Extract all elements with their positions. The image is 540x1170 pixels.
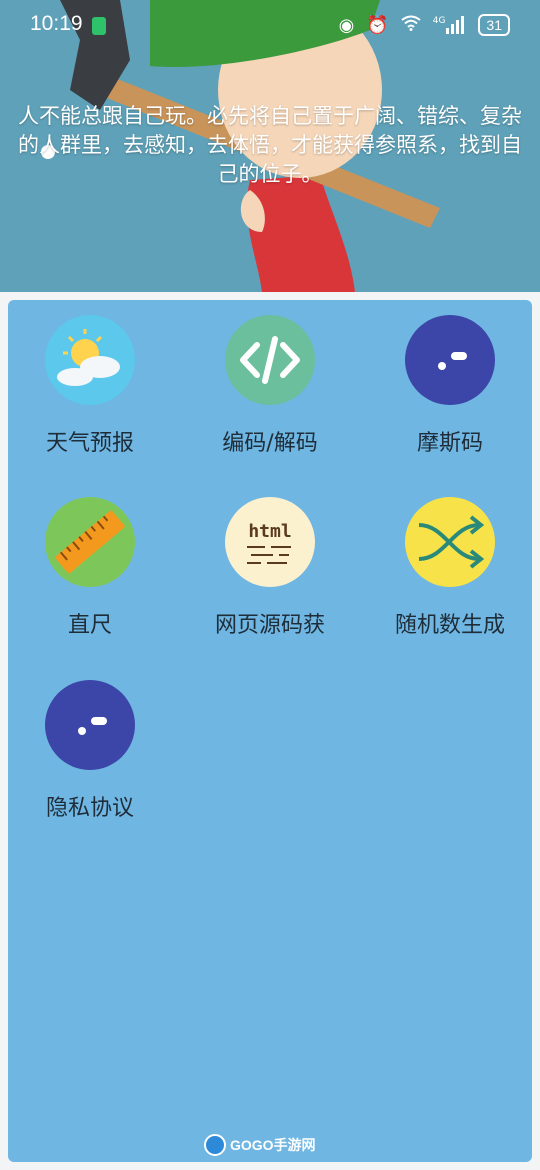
header-banner: 10:19 ◉ ⏰ 4G 31 人不能总跟自己玩。必先将自己置于广阔、错综、复杂… <box>0 0 540 292</box>
weather-icon <box>45 315 135 405</box>
tool-weather[interactable]: 天气预报 <box>0 315 180 457</box>
tool-privacy-policy[interactable]: 隐私协议 <box>0 680 180 822</box>
tool-privacy-policy-label: 隐私协议 <box>45 796 134 821</box>
alarm-icon: ⏰ <box>366 14 389 36</box>
shuffle-icon <box>405 497 495 587</box>
tool-webpage-source-label: 网页源码获 <box>214 613 325 638</box>
svg-text:html: html <box>248 521 291 542</box>
status-time: 10:19 <box>30 12 83 35</box>
illus-shirt <box>247 175 355 292</box>
tool-ruler[interactable]: 直尺 <box>0 497 180 639</box>
tool-weather-label: 天气预报 <box>45 431 134 456</box>
watermark-logo-icon <box>204 1134 226 1156</box>
watermark-text: GOGO手游网 <box>230 1137 316 1153</box>
signal-icon: 4G <box>433 16 467 34</box>
tool-ruler-label: 直尺 <box>67 613 112 638</box>
tool-random-number-label: 随机数生成 <box>394 613 505 638</box>
tool-encode-decode[interactable]: 编码/解码 <box>180 315 360 457</box>
tool-random-number[interactable]: 随机数生成 <box>360 497 540 639</box>
tool-morse-label: 摩斯码 <box>416 431 483 456</box>
code-icon <box>225 315 315 405</box>
status-bar: 10:19 ◉ ⏰ 4G 31 <box>0 0 540 52</box>
header-quote: 人不能总跟自己玩。必先将自己置于广阔、错综、复杂的人群里，去感知，去体悟，才能获… <box>18 104 522 186</box>
tool-webpage-source[interactable]: html 网页源码获 <box>180 497 360 639</box>
ruler-icon <box>45 497 135 587</box>
status-icons: ◉ ⏰ 4G 31 <box>339 14 510 36</box>
eye-icon: ◉ <box>338 14 355 36</box>
tools-panel: 天气预报 编码/解码 摩斯码 直尺 html 网页源码获 随机数生成 隐私协议 <box>8 300 532 1162</box>
morse-icon <box>405 315 495 405</box>
watermark: GOGO手游网 <box>204 1134 316 1156</box>
tool-encode-decode-label: 编码/解码 <box>222 431 318 456</box>
notification-icon <box>92 17 106 35</box>
battery-indicator: 31 <box>478 14 510 36</box>
wifi-icon <box>401 15 421 36</box>
html-icon: html <box>225 497 315 587</box>
privacy-icon <box>45 680 135 770</box>
tool-morse[interactable]: 摩斯码 <box>360 315 540 457</box>
